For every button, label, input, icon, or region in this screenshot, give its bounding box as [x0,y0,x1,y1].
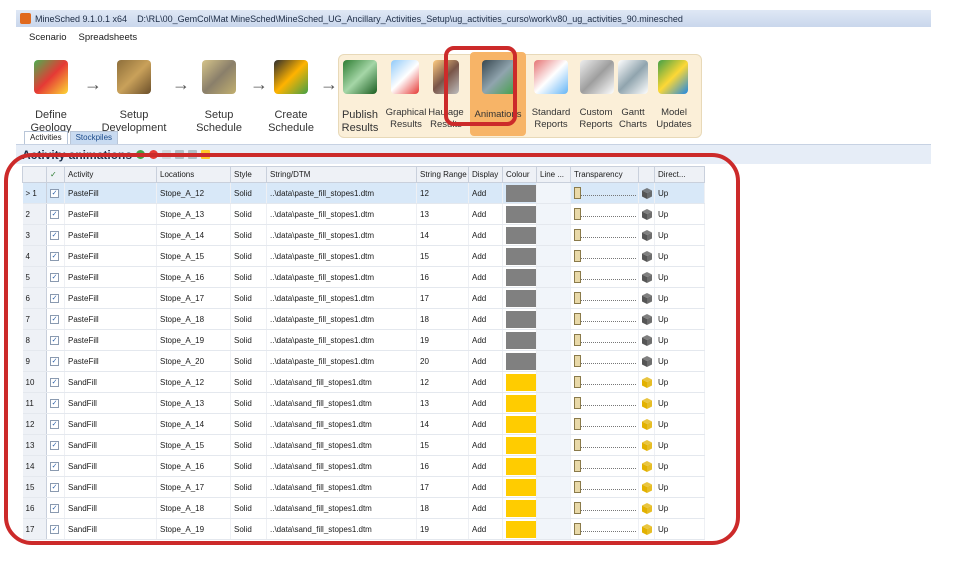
menu-spreadsheets[interactable]: Spreadsheets [79,32,138,43]
arrow-icon: → [320,74,338,94]
arrow-icon: → [172,74,190,94]
standard-reports-button[interactable]: Standard Reports [529,52,573,136]
create-schedule-icon [274,60,308,94]
file-path: D:\RL\00_GemCol\Mat MineSched\MineSched_… [137,13,683,24]
gantt-icon [618,60,648,94]
graphical-results-icon [391,60,419,94]
setup-schedule-button[interactable]: Setup Schedule [189,52,249,136]
menu-bar: Scenario Spreadsheets [16,27,931,47]
excel-icon [343,60,377,94]
title-bar: MineSched 9.1.0.1 x64 D:\RL\00_GemCol\Ma… [16,10,931,27]
development-icon [117,60,151,94]
create-schedule-button[interactable]: Create Schedule [261,52,321,136]
app-title: MineSched 9.1.0.1 x64 [35,13,128,24]
custom-reports-label: Custom Reports [579,107,613,130]
gantt-charts-label: Gantt Charts [619,107,647,130]
create-schedule-label: Create Schedule [268,109,314,134]
menu-scenario[interactable]: Scenario [29,32,67,43]
model-updates-icon [658,60,688,94]
custom-reports-icon [580,60,614,94]
setup-schedule-label: Setup Schedule [196,109,242,134]
setup-development-button[interactable]: Setup Development [99,52,169,136]
tab-activities[interactable]: Activities [24,131,68,144]
tab-strip: Activities Stockpiles [24,131,120,144]
schedule-icon [202,60,236,94]
publish-results-label: Publish Results [341,109,379,134]
app-icon [20,13,31,24]
geology-icon [34,60,68,94]
gantt-charts-button[interactable]: Gantt Charts [616,52,650,136]
graphical-results-label: Graphical Results [385,107,427,130]
graphical-results-button[interactable]: Graphical Results [384,52,428,136]
animations-highlight [444,46,517,126]
standard-reports-icon [534,60,568,94]
publish-results-button[interactable]: Publish Results [338,52,382,136]
model-updates-button[interactable]: Model Updates [652,52,696,136]
grid-highlight [4,153,740,545]
define-geology-button[interactable]: Define Geology [21,52,81,136]
model-updates-label: Model Updates [656,107,692,130]
tab-stockpiles[interactable]: Stockpiles [69,131,119,144]
standard-reports-label: Standard Reports [531,107,571,130]
custom-reports-button[interactable]: Custom Reports [576,52,616,136]
